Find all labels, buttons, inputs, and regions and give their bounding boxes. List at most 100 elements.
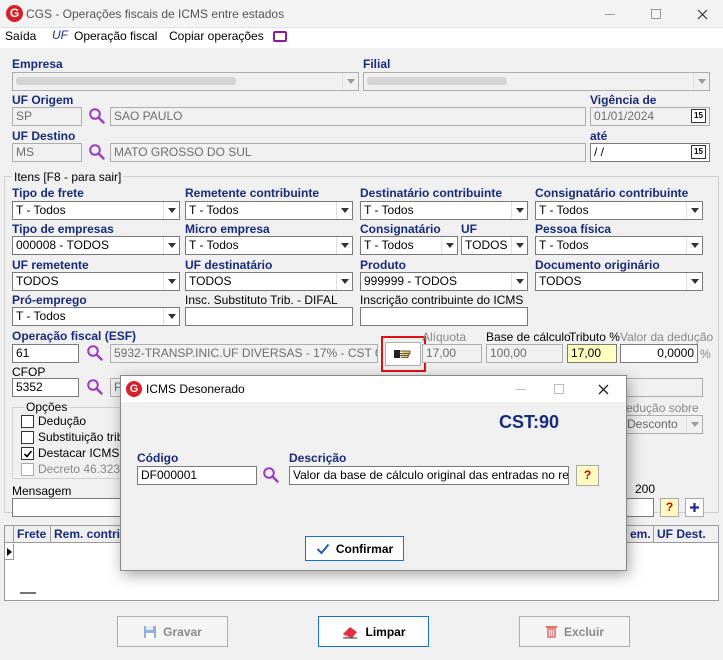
plus-icon xyxy=(690,503,699,512)
dialog-title: ICMS Desonerado xyxy=(146,382,245,396)
insc-icms-input[interactable] xyxy=(360,307,528,326)
mensagem-help-button[interactable]: ? xyxy=(660,498,679,517)
dialog-descricao-input[interactable]: Valor da base de cálculo original das en… xyxy=(289,466,569,485)
base-calculo-input: 100,00 xyxy=(486,344,563,363)
maximize-button[interactable] xyxy=(636,4,676,24)
menu-copy-operations[interactable]: Copiar operações xyxy=(169,29,264,43)
destinatario-select[interactable]: T - Todos xyxy=(360,201,528,220)
monitor-icon[interactable] xyxy=(273,31,287,42)
dialog-help-button[interactable]: ? xyxy=(576,465,599,486)
tipo-empresas-label: Tipo de empresas xyxy=(12,222,114,236)
confirm-button-label: Confirmar xyxy=(335,541,394,556)
window-title: CGS - Operações fiscais de ICMS entre es… xyxy=(26,7,285,21)
empresa-label: Empresa xyxy=(12,57,63,71)
consignatario-contrib-select[interactable]: T - Todos xyxy=(535,201,703,220)
menu-fiscal-operation[interactable]: Operação fiscal xyxy=(74,29,157,43)
pro-emprego-value: T - Todos xyxy=(16,309,66,323)
trash-icon xyxy=(545,626,557,638)
dialog-maximize-icon xyxy=(554,384,564,394)
grid-col-uf-dest[interactable]: UF Dest. xyxy=(657,527,706,541)
dialog-close-button[interactable] xyxy=(583,379,623,399)
tipo-frete-select[interactable]: T - Todos xyxy=(12,201,180,220)
valor-deducao-label: Valor da dedução xyxy=(620,330,714,344)
tributo-input[interactable]: 17,00 xyxy=(567,344,617,363)
deducao-sobre-select[interactable]: Desconto xyxy=(623,415,703,434)
deducao-checkbox[interactable] xyxy=(21,415,34,428)
valor-deducao-input[interactable]: 0,0000 xyxy=(620,344,698,363)
eraser-icon xyxy=(343,626,358,638)
operacao-code-input[interactable]: 61 xyxy=(12,344,79,363)
icms-desonerado-button[interactable] xyxy=(385,342,421,366)
insc-icms-label: Inscrição contribuinte do ICMS xyxy=(360,293,524,307)
confirm-button[interactable]: Confirmar xyxy=(305,536,404,561)
app-logo: G xyxy=(6,5,23,22)
uf-select[interactable]: TODOS xyxy=(461,236,528,255)
pro-emprego-select[interactable]: T - Todos xyxy=(12,307,180,326)
minimize-icon xyxy=(605,13,615,15)
documento-value: TODOS xyxy=(539,274,582,288)
subst-checkbox[interactable] xyxy=(21,431,34,444)
decreto-checkbox-label: Decreto 46.323/2 xyxy=(38,462,120,476)
cfop-search-icon[interactable] xyxy=(86,378,104,396)
clear-button[interactable]: Limpar xyxy=(318,616,429,647)
micro-empresa-select[interactable]: T - Todos xyxy=(185,236,353,255)
produto-value: 999999 - TODOS xyxy=(364,274,457,288)
uf-destino-code-input[interactable]: MS xyxy=(12,143,82,162)
grid-scroll-handle[interactable] xyxy=(20,592,36,594)
uf-remetente-select[interactable]: TODOS xyxy=(12,272,180,291)
filial-select[interactable] xyxy=(363,72,710,91)
pessoa-fisica-select[interactable]: T - Todos xyxy=(535,236,703,255)
clear-button-label: Limpar xyxy=(365,624,406,639)
dialog-codigo-input[interactable]: DF000001 xyxy=(137,466,257,485)
decreto-checkbox[interactable] xyxy=(21,463,34,476)
uf-destino-search-icon[interactable] xyxy=(88,143,106,161)
row-pointer-icon xyxy=(6,547,12,556)
remetente-label: Remetente contribuinte xyxy=(185,186,320,200)
aliquota-input: 17,00 xyxy=(422,344,482,363)
deducao-sobre-value: Desconto xyxy=(627,417,678,431)
produto-label: Produto xyxy=(360,258,406,272)
base-calculo-label: Base de cálculo xyxy=(486,330,571,344)
grid-row-indicator xyxy=(5,544,14,560)
empresa-select[interactable] xyxy=(12,72,359,91)
mensagem-add-button[interactable] xyxy=(685,498,704,517)
uf-origem-code-input[interactable]: SP xyxy=(12,107,82,126)
dialog-codigo-search-icon[interactable] xyxy=(262,466,280,484)
pointing-hand-icon xyxy=(394,350,411,358)
subst-checkbox-label: Substituição tribut xyxy=(38,430,120,444)
documento-select[interactable]: TODOS xyxy=(535,272,703,291)
uf-destino-name-input: MATO GROSSO DO SUL xyxy=(110,143,586,162)
operacao-label: Operação fiscal (ESF) xyxy=(12,329,137,343)
operacao-search-icon[interactable] xyxy=(86,344,104,362)
uf-remetente-label: UF remetente xyxy=(12,258,89,272)
pessoa-fisica-value: T - Todos xyxy=(539,238,589,252)
destacar-checkbox[interactable] xyxy=(21,447,34,460)
menu-exit[interactable]: Saída xyxy=(5,29,36,43)
tipo-empresas-select[interactable]: 000008 - TODOS xyxy=(12,236,180,255)
uf-value: TODOS xyxy=(465,238,508,252)
grid-col-em[interactable]: em. xyxy=(630,527,651,541)
uf-destinatario-select[interactable]: TODOS xyxy=(185,272,353,291)
calendar-icon-ate[interactable]: 15 xyxy=(691,145,706,159)
consignatario-select[interactable]: T - Todos xyxy=(360,236,458,255)
cfop-code-input[interactable]: 5352 xyxy=(12,378,79,397)
grid-col-rem[interactable]: Rem. contril xyxy=(54,527,124,541)
save-button[interactable]: Gravar xyxy=(117,616,228,647)
close-button[interactable] xyxy=(682,4,722,24)
delete-button[interactable]: Excluir xyxy=(519,616,630,647)
minimize-button[interactable] xyxy=(590,4,630,24)
dialog-codigo-label: Código xyxy=(137,451,179,465)
deducao-sobre-label: edução sobre xyxy=(626,401,699,415)
insc-difal-input[interactable] xyxy=(185,307,353,326)
calendar-icon[interactable]: 15 xyxy=(691,109,706,123)
dialog-minimize-button[interactable] xyxy=(501,379,541,399)
uf-origem-search-icon[interactable] xyxy=(88,107,106,125)
destacar-checkbox-label: Destacar ICMS xyxy=(38,446,120,460)
dialog-maximize-button[interactable] xyxy=(539,379,579,399)
mensagem-label: Mensagem xyxy=(12,484,72,498)
remetente-select[interactable]: T - Todos xyxy=(185,201,353,220)
grid-col-divider-2 xyxy=(653,526,654,542)
grid-col-frete[interactable]: Frete xyxy=(17,527,46,541)
produto-select[interactable]: 999999 - TODOS xyxy=(360,272,528,291)
dialog-title-bar: G ICMS Desonerado xyxy=(121,376,626,402)
